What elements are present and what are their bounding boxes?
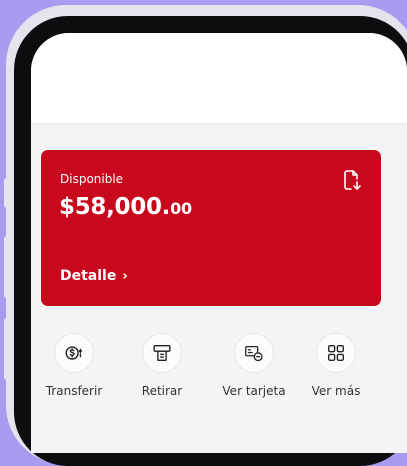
action-label: Ver más	[311, 384, 361, 398]
action-retirar[interactable]: Retirar	[119, 333, 205, 398]
phone-screen: Disponible $58,000.00 Detalle › Transfer…	[31, 33, 407, 453]
card-view-icon-wrap	[234, 333, 274, 373]
action-transferir[interactable]: Transferir	[31, 333, 117, 398]
action-label: Retirar	[141, 384, 183, 398]
available-label: Disponible	[60, 172, 124, 186]
grid-more-icon	[327, 344, 345, 362]
action-label: Transferir	[45, 384, 103, 398]
action-ver-tarjeta[interactable]: Ver tarjeta	[211, 333, 297, 398]
atm-withdraw-icon	[153, 344, 171, 362]
action-ver-mas[interactable]: Ver más	[293, 333, 379, 398]
transfer-money-icon-wrap	[54, 333, 94, 373]
grid-more-icon-wrap	[316, 333, 356, 373]
action-label: Ver tarjeta	[222, 384, 286, 398]
balance-amount: $58,000.00	[59, 194, 192, 220]
download-document-icon[interactable]	[339, 168, 363, 192]
detail-label: Detalle	[60, 268, 117, 284]
top-divider	[31, 123, 407, 125]
transfer-money-icon	[65, 346, 83, 360]
chevron-right-icon: ›	[122, 268, 128, 284]
balance-main: $58,000.	[59, 194, 171, 220]
balance-cents: 00	[170, 199, 192, 218]
atm-withdraw-icon-wrap	[142, 333, 182, 373]
balance-card[interactable]: Disponible $58,000.00 Detalle ›	[41, 150, 381, 306]
card-view-icon	[245, 345, 263, 362]
quick-actions: Transferir Retirar Ver tarjeta Ver más	[31, 333, 391, 413]
detail-link[interactable]: Detalle ›	[60, 268, 128, 284]
top-bar	[31, 33, 407, 123]
